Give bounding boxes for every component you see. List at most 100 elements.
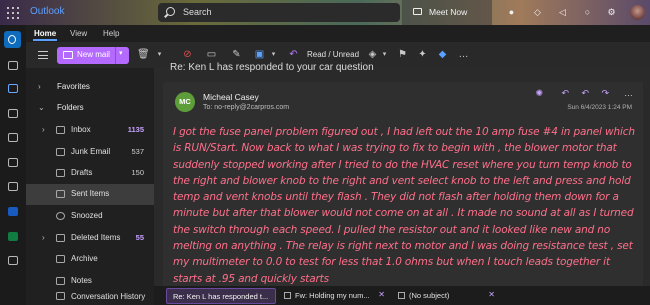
megaphone-icon[interactable]: ◁ <box>557 7 568 18</box>
draft-icon <box>284 292 291 299</box>
excel-app-icon[interactable] <box>8 232 18 241</box>
folder-snoozed[interactable]: Snoozed <box>26 206 154 227</box>
todo-check-icon[interactable] <box>8 182 18 191</box>
archive-icon[interactable]: ▭ <box>206 49 217 60</box>
folder-label: Snoozed <box>71 211 103 220</box>
read-unread-button[interactable]: Read / Unread <box>307 50 359 59</box>
folders-header[interactable]: ⌄ Folders <box>26 98 154 119</box>
unread-count: 1135 <box>127 125 144 134</box>
draft-tab-label: Re: Ken L has responded t... <box>173 292 269 301</box>
chevron-down-icon: ⌄ <box>38 103 45 112</box>
trash-icon <box>56 234 65 242</box>
close-icon[interactable]: ✕ <box>488 290 495 299</box>
skype-icon[interactable]: ● <box>506 7 517 18</box>
folder-conversation-history[interactable]: Conversation History <box>26 286 154 305</box>
search-placeholder: Search <box>183 7 212 17</box>
word-app-icon[interactable] <box>8 207 18 216</box>
chevron-right-icon: › <box>38 82 41 91</box>
more-apps-icon[interactable] <box>8 256 18 265</box>
attach-icon[interactable] <box>8 158 18 167</box>
new-mail-label: New mail <box>77 50 110 59</box>
clock-icon <box>56 212 65 220</box>
close-icon[interactable]: ✕ <box>378 290 385 299</box>
chevron-down-icon[interactable]: ▾ <box>119 49 123 57</box>
folder-inbox[interactable]: › Inbox 1135 <box>26 120 154 141</box>
move-dropdown-chevron-icon[interactable]: ▾ <box>268 49 279 60</box>
draft-tab[interactable]: Re: Ken L has responded t... <box>166 288 276 304</box>
send-icon <box>56 190 65 198</box>
draft-tab-label: Fw: Holding my num... <box>295 291 370 300</box>
folder-drafts[interactable]: Drafts 150 <box>26 163 154 184</box>
outlook-logo-icon[interactable] <box>4 31 21 48</box>
settings-icon[interactable]: ⚙ <box>606 7 617 18</box>
move-to-icon[interactable]: ▣ <box>254 49 265 60</box>
app-title[interactable]: Outlook <box>30 6 64 17</box>
sender-name[interactable]: Micheal Casey <box>203 92 259 102</box>
hamburger-menu-icon[interactable] <box>38 51 48 59</box>
reply-all-icon[interactable]: ↶ <box>581 88 589 99</box>
recipient-line: To: no-reply@2carpros.com <box>203 104 290 111</box>
item-count: 150 <box>131 168 144 177</box>
folder-pane: › Favorites ⌄ Folders › Inbox 1135 Junk … <box>26 68 154 305</box>
sender-avatar[interactable]: MC <box>175 92 195 112</box>
folder-label: Junk Email <box>71 147 111 156</box>
tab-active-indicator <box>33 39 57 41</box>
sparkle-icon[interactable]: ✺ <box>535 88 543 99</box>
junk-icon <box>56 148 65 156</box>
delete-icon[interactable]: 🗑︎ <box>137 49 150 60</box>
folder-junk-email[interactable]: Junk Email 537 <box>26 142 154 163</box>
favorites-header[interactable]: › Favorites <box>26 77 154 98</box>
folder-label: Conversation History <box>71 292 146 301</box>
folder-deleted-items[interactable]: › Deleted Items 55 <box>26 228 154 249</box>
folder-sent-items[interactable]: Sent Items <box>26 184 154 205</box>
ribbon-tabs: Home View Help <box>26 25 650 42</box>
delete-dropdown-chevron-icon[interactable]: ▾ <box>154 49 165 60</box>
tag-dropdown-chevron-icon[interactable]: ▾ <box>379 49 390 60</box>
forward-icon[interactable]: ↷ <box>601 88 609 99</box>
lightbulb-icon[interactable]: ○ <box>582 7 593 18</box>
new-mail-divider <box>115 47 116 64</box>
folder-archive[interactable]: Archive <box>26 249 154 270</box>
tab-home[interactable]: Home <box>34 29 56 38</box>
mail-icon[interactable] <box>8 84 18 93</box>
draft-tab-label: (No subject) <box>409 291 450 300</box>
chevron-right-icon: › <box>42 125 45 134</box>
draft-tab[interactable]: (No subject) ✕ <box>392 288 500 304</box>
unread-count: 55 <box>135 233 144 242</box>
top-bar: Outlook Search Meet Now ● ◇ ◁ ○ ⚙ <box>0 0 650 25</box>
inbox-icon <box>56 126 65 134</box>
item-count: 537 <box>131 147 144 156</box>
tab-help[interactable]: Help <box>103 29 119 38</box>
sweep-icon[interactable]: ✎ <box>231 49 242 60</box>
app-launcher-icon[interactable] <box>7 7 19 19</box>
folders-label: Folders <box>57 103 84 112</box>
search-box[interactable]: Search <box>158 3 400 22</box>
more-options-icon[interactable]: … <box>624 88 633 98</box>
message-date: Sun 6/4/2023 1:24 PM <box>567 104 632 111</box>
new-mail-button[interactable]: New mail ▾ <box>57 47 129 64</box>
drafts-icon <box>56 169 65 177</box>
folder-label: Sent Items <box>71 189 110 198</box>
more-options-icon[interactable]: … <box>458 49 469 60</box>
pin-icon[interactable]: ✦ <box>417 49 428 60</box>
premium-diamond-icon[interactable]: ◇ <box>532 7 543 18</box>
reply-all-icon[interactable]: ↶ <box>288 49 299 60</box>
flag-icon[interactable]: ⚑ <box>397 49 408 60</box>
notes-icon <box>56 277 65 285</box>
folder-label: Drafts <box>71 168 93 177</box>
calendar-grid-icon[interactable] <box>8 109 18 118</box>
share-icon[interactable]: ◆ <box>437 49 448 60</box>
people-icon[interactable] <box>8 133 18 142</box>
reply-icon[interactable]: ↶ <box>561 88 569 99</box>
meet-now-button[interactable]: Meet Now <box>402 0 492 25</box>
sender-initials: MC <box>179 97 191 106</box>
report-icon[interactable]: ⊘ <box>182 49 193 60</box>
tab-view[interactable]: View <box>70 29 87 38</box>
folder-label: Notes <box>71 276 92 285</box>
calendar-icon[interactable] <box>8 61 18 70</box>
draft-tab[interactable]: Fw: Holding my num... ✕ <box>278 288 390 304</box>
user-avatar[interactable] <box>630 5 645 20</box>
chevron-right-icon: › <box>42 233 45 242</box>
message-body: I got the fuse panel problem figured out… <box>173 126 635 285</box>
tag-icon[interactable]: ◈ <box>367 49 378 60</box>
